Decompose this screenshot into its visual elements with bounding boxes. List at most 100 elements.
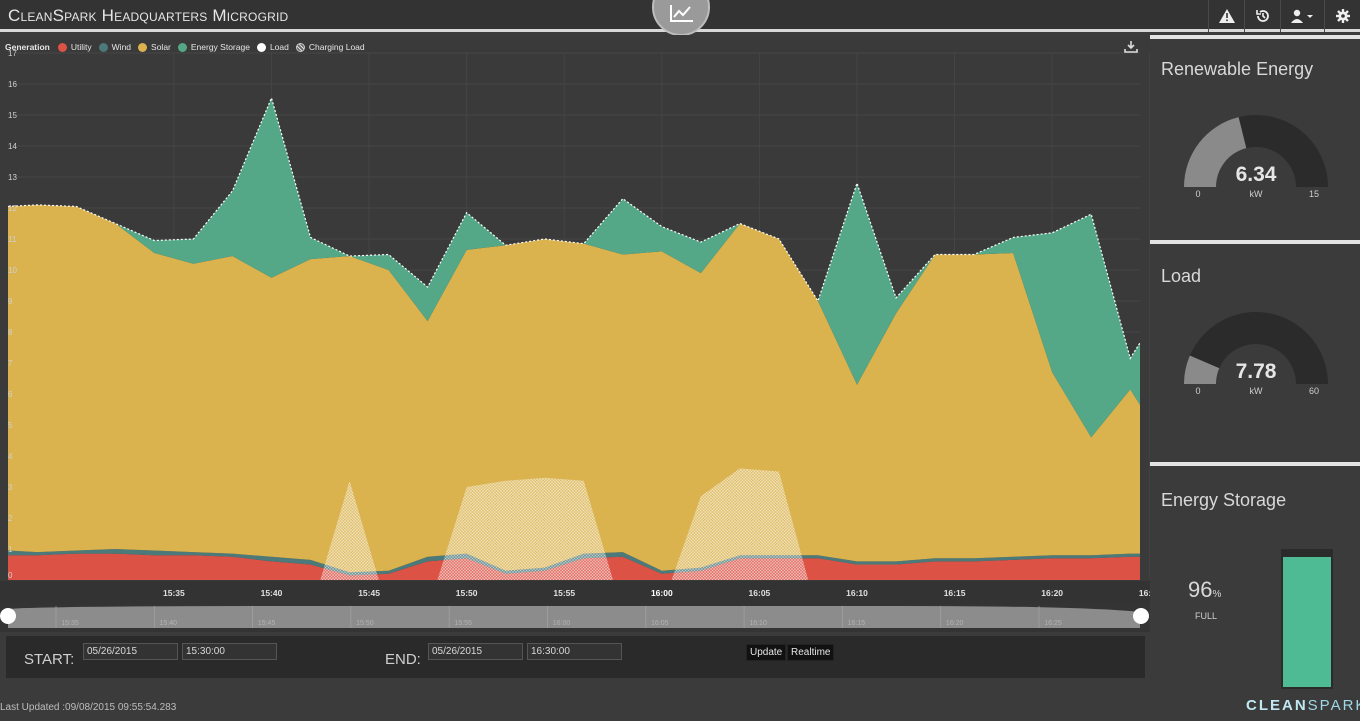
storage-percent: 96%	[1188, 577, 1221, 603]
settings-button[interactable]	[1324, 0, 1360, 32]
navigator-tick-label: 16:25	[1044, 620, 1062, 627]
app-header: CleanSpark Headquarters Microgrid	[0, 0, 1360, 36]
caret-down-icon	[1306, 15, 1313, 18]
x-tick-label: 15:40	[261, 588, 283, 598]
navigator-left-handle[interactable]	[0, 608, 16, 624]
legend-item-load[interactable]: Load	[256, 42, 289, 52]
renewable-energy-card: Renewable Energy 6.34 kW 0 15	[1150, 35, 1360, 240]
legend-item-solar[interactable]: Solar	[138, 42, 171, 52]
chart-logo-button[interactable]	[652, 0, 710, 36]
legend-label: Wind	[111, 42, 132, 52]
generation-chart[interactable]: 1234567891011121314151617015:35 15:40 15:4…	[0, 35, 1150, 605]
load-title: Load	[1161, 266, 1202, 286]
y-tick-label: 10	[8, 266, 17, 275]
x-tick-label: 16:00	[651, 588, 673, 598]
gauge-min: 0	[1195, 386, 1200, 396]
navigator-tick-label: 15:35	[61, 620, 79, 627]
legend-dot	[177, 42, 187, 52]
cleanspark-logo: CLEANSPARK	[1246, 697, 1360, 714]
y-tick-label: 14	[8, 142, 17, 151]
storage-percent-value: 96	[1188, 577, 1213, 602]
navigator-tick-label: 16:05	[651, 620, 669, 627]
legend-item-charging-load[interactable]: Charging Load	[295, 42, 365, 52]
legend-label: Solar	[151, 42, 171, 52]
end-label: END:	[385, 651, 421, 668]
navigator-tick-label: 16:20	[946, 620, 964, 627]
storage-percent-sign: %	[1212, 589, 1222, 600]
update-button[interactable]: Update	[746, 644, 787, 661]
navigator-tick-label: 16:00	[553, 620, 571, 627]
y-tick-label: 5	[8, 421, 13, 430]
navigator-right-handle[interactable]	[1133, 608, 1149, 624]
y-tick-label: 15	[8, 111, 17, 120]
start-date-input[interactable]	[83, 643, 178, 660]
history-icon	[1255, 10, 1269, 22]
legend-label: Charging Load	[308, 42, 365, 52]
time-navigator[interactable]: 15:35 15:40 15:45 15:50 15:55 16:00 16:05 16:10…	[0, 604, 1150, 632]
navigator-tick-label: 15:40	[160, 620, 178, 627]
legend-dot	[138, 42, 148, 52]
user-icon	[1290, 9, 1313, 23]
x-tick-label: 15:50	[456, 588, 478, 598]
renewable-title: Renewable Energy	[1161, 59, 1314, 79]
y-tick-label: 0	[8, 571, 13, 580]
legend-label: Energy Storage	[190, 42, 250, 52]
warning-button[interactable]	[1208, 0, 1244, 32]
start-time-input[interactable]	[182, 643, 277, 660]
navigator-tick-label: 15:45	[258, 620, 276, 627]
gauge-max: 60	[1309, 386, 1319, 396]
y-tick-label: 9	[8, 297, 13, 306]
legend-label: Load	[269, 42, 289, 52]
x-tick-label: 16:15	[944, 588, 966, 598]
x-tick-label: 15:55	[553, 588, 575, 598]
legend-dot	[256, 42, 266, 52]
battery-indicator	[1281, 549, 1333, 689]
end-time-input[interactable]	[527, 643, 622, 660]
x-tick-label: 15:45	[358, 588, 380, 598]
gear-icon	[1335, 9, 1350, 23]
y-tick-label: 6	[8, 390, 13, 399]
legend-dot	[57, 42, 67, 52]
navigator-area	[8, 606, 1140, 628]
last-updated-text: Last Updated :09/08/2015 09:55:54.283	[0, 702, 177, 713]
chart-legend: Generation Utility Wind Solar Energy Sto…	[5, 42, 372, 52]
y-tick-label: 3	[8, 483, 13, 492]
gauge-value: 6.34	[1236, 163, 1277, 186]
legend-item-wind[interactable]: Wind	[98, 42, 132, 52]
legend-item-energy-storage[interactable]: Energy Storage	[177, 42, 250, 52]
summary-sidebar: Renewable Energy 6.34 kW 0 15 Load 7.78 kW 0 6…	[1150, 35, 1360, 697]
start-label: START:	[24, 651, 75, 668]
y-tick-label: 2	[8, 514, 13, 523]
download-button[interactable]	[1124, 40, 1138, 58]
history-button[interactable]	[1244, 0, 1280, 32]
x-tick-label: 16:05	[749, 588, 771, 598]
load-card: Load 7.78 kW 0 60	[1150, 240, 1360, 464]
warning-icon	[1218, 9, 1235, 23]
battery-fill	[1283, 556, 1331, 687]
x-tick-label: 16:25	[1139, 588, 1150, 598]
header-icons	[1208, 0, 1360, 32]
brand-a: CLEAN	[1246, 697, 1308, 714]
renewable-gauge: 6.34 kW 0 15	[1184, 115, 1328, 199]
x-tick-label: 15:35	[163, 588, 185, 598]
navigator-svg[interactable]: 15:35 15:40 15:45 15:50 15:55 16:00 16:05 16:10…	[0, 604, 1150, 632]
storage-status: FULL	[1195, 611, 1218, 621]
realtime-button[interactable]: Realtime	[787, 644, 835, 661]
brand-b: SPARK	[1307, 697, 1360, 714]
legend-label: Utility	[70, 42, 92, 52]
navigator-tick-label: 16:15	[848, 620, 866, 627]
load-gauge: 7.78 kW 0 60	[1184, 311, 1328, 396]
y-tick-label: 7	[8, 359, 13, 368]
end-date-input[interactable]	[428, 643, 523, 660]
line-chart-icon	[670, 5, 693, 22]
y-tick-label: 16	[8, 80, 17, 89]
y-tick-label: 4	[8, 452, 13, 461]
legend-item-utility[interactable]: Utility	[57, 42, 92, 52]
user-menu-button[interactable]	[1280, 0, 1324, 32]
navigator-tick-label: 16:10	[749, 620, 767, 627]
y-tick-label: 8	[8, 328, 13, 337]
y-tick-label: 11	[8, 235, 17, 244]
legend-dot	[98, 42, 108, 52]
gauge-unit: kW	[1250, 386, 1264, 396]
gauge-value: 7.78	[1236, 360, 1277, 383]
